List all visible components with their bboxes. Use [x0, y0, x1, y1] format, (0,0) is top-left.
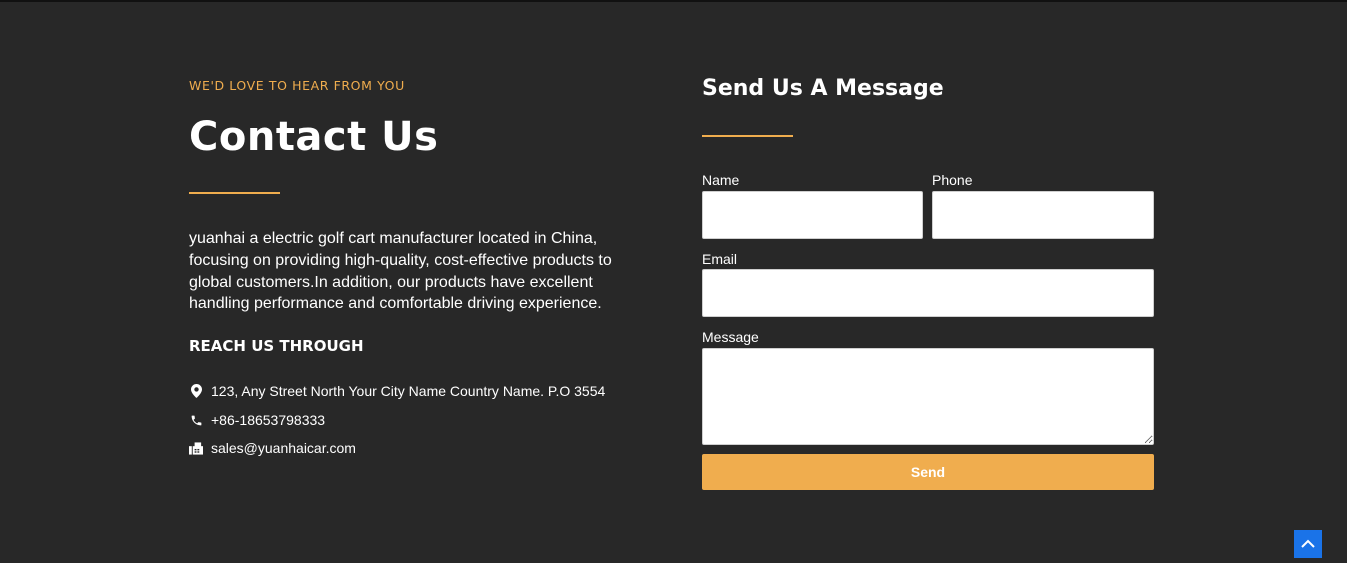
email-item: sales@yuanhaicar.com: [189, 438, 356, 458]
page-title: Contact Us: [189, 114, 439, 160]
phone-text: +86-18653798333: [211, 412, 326, 428]
heading-divider: [189, 192, 280, 194]
fax-icon: [189, 441, 203, 455]
phone-icon: [189, 413, 203, 427]
phone-item: +86-18653798333: [189, 410, 325, 430]
form-title-divider: [702, 135, 793, 137]
email-label: Email: [702, 251, 738, 267]
eyebrow-text: WE'D LOVE TO HEAR FROM YOU: [189, 78, 405, 93]
message-textarea[interactable]: [702, 348, 1154, 445]
address-text: 123, Any Street North Your City Name Cou…: [211, 383, 606, 399]
message-label: Message: [702, 329, 759, 345]
email-input[interactable]: [702, 269, 1154, 317]
reach-us-title: REACH US THROUGH: [189, 337, 364, 355]
form-title: Send Us A Message: [702, 76, 944, 101]
chevron-up-icon: [1301, 535, 1315, 553]
phone-label: Phone: [932, 172, 973, 188]
send-button[interactable]: Send: [702, 454, 1154, 490]
name-label: Name: [702, 172, 740, 188]
map-pin-icon: [189, 384, 203, 398]
address-item: 123, Any Street North Your City Name Cou…: [189, 381, 605, 401]
phone-input[interactable]: [932, 191, 1154, 239]
company-description: yuanhai a electric golf cart manufacture…: [189, 230, 612, 313]
scroll-to-top-button[interactable]: [1294, 530, 1322, 558]
name-input[interactable]: [702, 191, 923, 239]
email-text: sales@yuanhaicar.com: [211, 440, 356, 456]
